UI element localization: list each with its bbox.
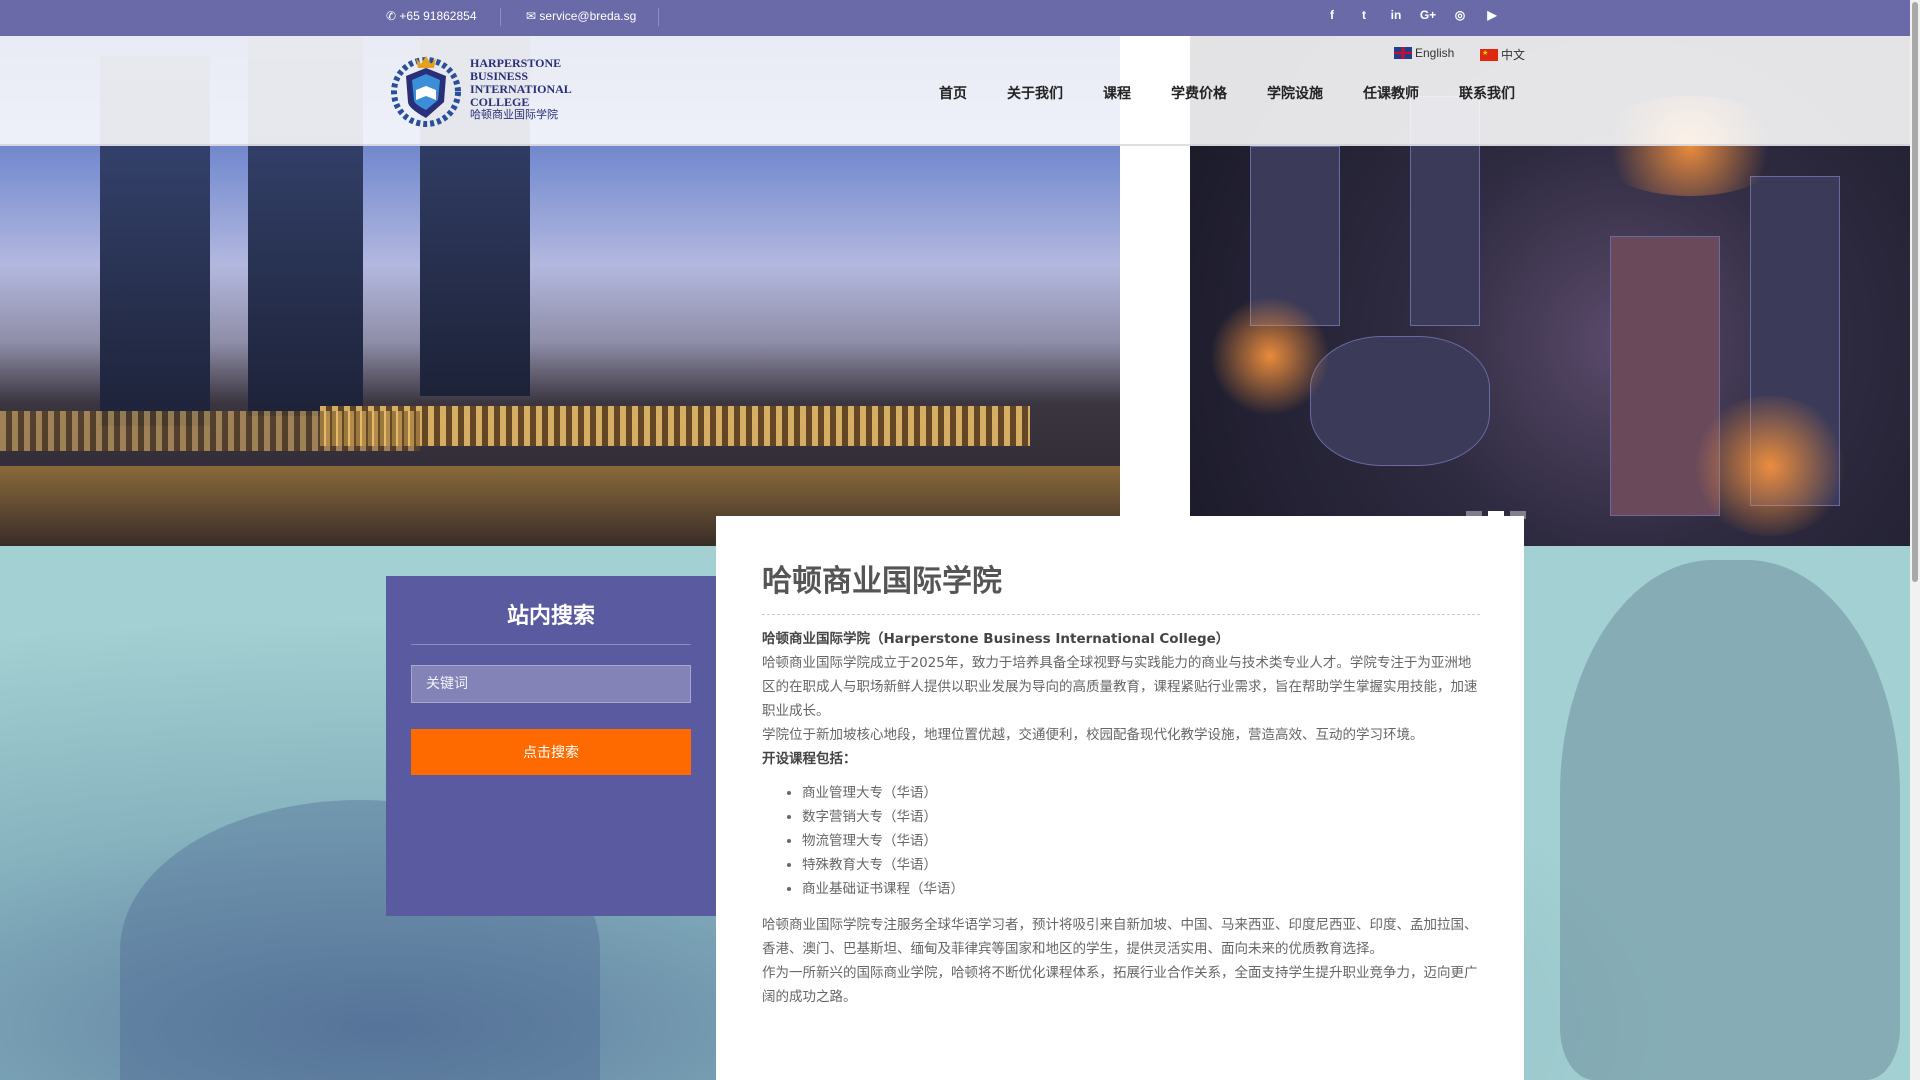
search-button[interactable]: 点击搜索 (411, 729, 691, 775)
courses-heading: 开设课程包括： (762, 751, 857, 767)
email-contact[interactable]: ✉ service@breda.sg (526, 9, 636, 23)
youtube-icon[interactable]: ▶ (1476, 8, 1508, 22)
nav-contact[interactable]: 联系我们 (1459, 83, 1515, 103)
list-item: 数字营销大专（华语） (802, 805, 1480, 829)
uk-flag-icon (1394, 47, 1412, 59)
lang-english-label: English (1415, 46, 1455, 60)
scrollbar-thumb[interactable] (1912, 2, 1918, 582)
google-plus-icon[interactable]: G+ (1412, 8, 1444, 22)
social-links: f t in G+ ◎ ▶ (1316, 8, 1508, 22)
college-logo[interactable]: HARPERSTONE BUSINESS INTERNATIONAL COLLE… (386, 50, 616, 128)
nav-facilities[interactable]: 学院设施 (1267, 83, 1323, 103)
site-header: HARPERSTONE BUSINESS INTERNATIONAL COLLE… (0, 36, 1910, 146)
slider-dot[interactable] (1510, 511, 1526, 519)
intro-heading: 哈顿商业国际学院（Harperstone Business Internatio… (762, 631, 1230, 647)
nav-teachers[interactable]: 任课教师 (1363, 83, 1419, 103)
phone-contact[interactable]: ✆ +65 91862854 (386, 9, 477, 23)
nav-about[interactable]: 关于我们 (1007, 83, 1063, 103)
divider (762, 614, 1480, 615)
linkedin-icon[interactable]: in (1380, 8, 1412, 22)
china-flag-icon (1480, 48, 1498, 61)
building-lights (0, 411, 420, 451)
logo-line-3: 哈顿商业国际学院 (470, 108, 558, 121)
list-item: 商业基础证书课程（华语） (802, 877, 1480, 901)
email-address: service@breda.sg (539, 9, 637, 23)
top-bar: ✆ +65 91862854 ✉ service@breda.sg f t in… (0, 0, 1920, 36)
paragraph: 哈顿商业国际学院成立于2025年，致力于培养具备全球视野与实践能力的商业与技术类… (762, 655, 1478, 719)
paragraph: 作为一所新兴的国际商业学院，哈顿将不断优化课程体系，拓展行业合作关系，全面支持学… (762, 965, 1478, 1005)
divider (500, 8, 501, 26)
divider (411, 644, 691, 645)
slider-dot[interactable] (1466, 511, 1482, 519)
envelope-icon: ✉ (526, 9, 537, 23)
main-nav: 首页 关于我们 课程 学费价格 学院设施 任课教师 联系我们 (939, 83, 1515, 103)
lang-chinese[interactable]: 中文 (1480, 46, 1525, 63)
city-glow (1210, 296, 1330, 416)
nav-home[interactable]: 首页 (939, 83, 967, 103)
facebook-icon[interactable]: f (1316, 8, 1348, 22)
twitter-icon[interactable]: t (1348, 8, 1380, 22)
phone-icon: ✆ (386, 9, 397, 23)
paragraph: 学院位于新加坡核心地段，地理位置优越，交通便利，校园配备现代化教学设施，营造高效… (762, 727, 1424, 743)
logo-line-1: HARPERSTONE BUSINESS (470, 55, 562, 83)
instagram-icon[interactable]: ◎ (1444, 8, 1476, 22)
logo-line-2: INTERNATIONAL COLLEGE (470, 81, 572, 109)
paragraph: 哈顿商业国际学院专注服务全球华语学习者，预计将吸引来自新加坡、中国、马来西亚、印… (762, 917, 1478, 957)
slider-dots (1466, 511, 1526, 519)
crest-icon (386, 50, 466, 128)
list-item: 物流管理大专（华语） (802, 829, 1480, 853)
building-lights (320, 406, 1030, 446)
list-item: 商业管理大专（华语） (802, 781, 1480, 805)
search-input[interactable] (411, 665, 691, 703)
lang-english[interactable]: English (1394, 46, 1454, 60)
page-title: 哈顿商业国际学院 (762, 564, 1002, 599)
list-item: 特殊教育大专（华语） (802, 853, 1480, 877)
site-search-panel: 站内搜索 点击搜索 (386, 576, 716, 916)
course-list: 商业管理大专（华语） 数字营销大专（华语） 物流管理大专（华语） 特殊教育大专（… (802, 781, 1480, 901)
divider (658, 8, 659, 26)
logo-text: HARPERSTONE BUSINESS INTERNATIONAL COLLE… (470, 55, 616, 122)
city-glow (1690, 396, 1850, 536)
phone-number: +65 91862854 (399, 9, 477, 23)
nav-courses[interactable]: 课程 (1103, 83, 1131, 103)
search-title: 站内搜索 (506, 604, 595, 629)
nav-tuition[interactable]: 学费价格 (1171, 83, 1227, 103)
background-person-shape (1560, 560, 1900, 1080)
city-block (1310, 336, 1490, 466)
slider-dot-active[interactable] (1488, 511, 1504, 519)
content-card: 哈顿商业国际学院 哈顿商业国际学院（Harperstone Business I… (716, 516, 1524, 1080)
lang-chinese-label: 中文 (1501, 48, 1526, 62)
page-scrollbar[interactable] (1910, 0, 1920, 1080)
